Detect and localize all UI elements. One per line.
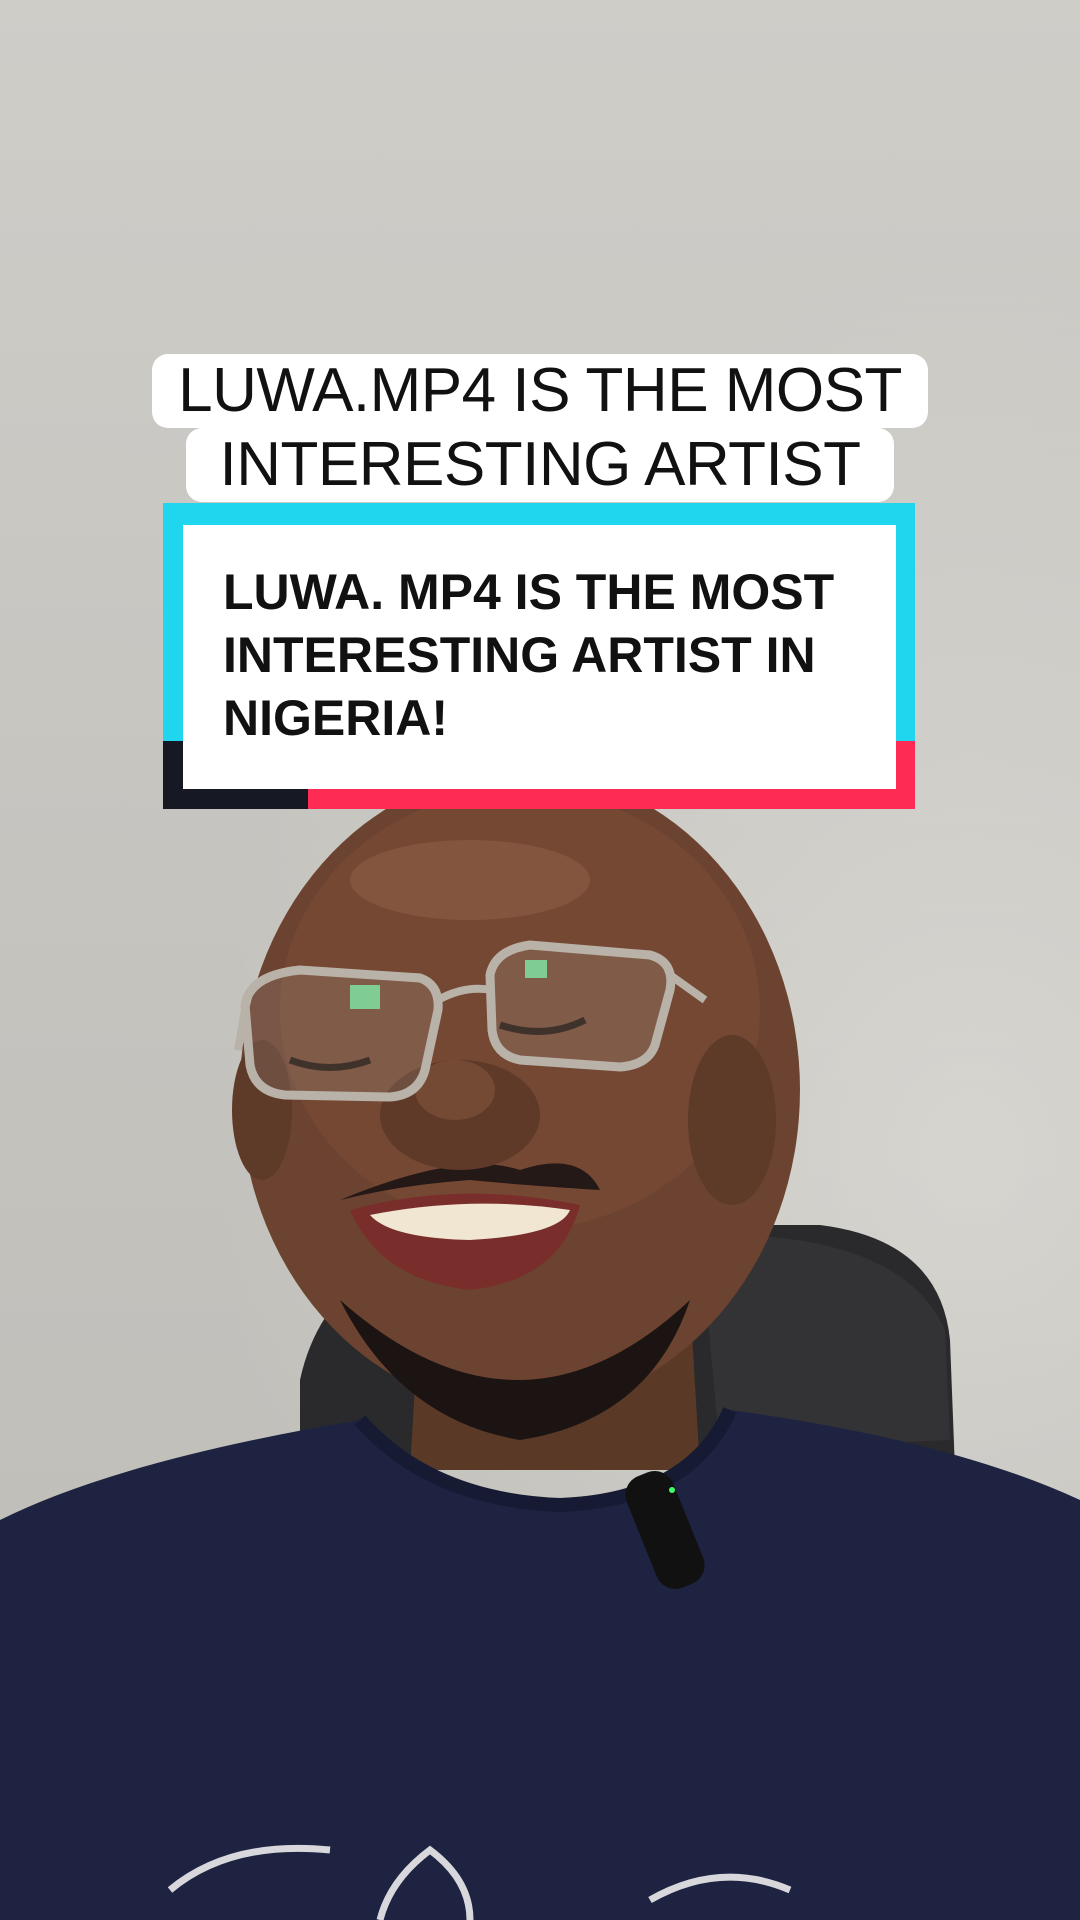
- video-caption: LUWA.MP4 IS THE MOST INTERESTING ARTIST: [0, 354, 1080, 502]
- caption-line-2: INTERESTING ARTIST: [185, 428, 895, 502]
- card-body: LUWA. MP4 IS THE MOST INTERESTING ARTIST…: [183, 525, 896, 789]
- presenter-photo: [0, 770, 1080, 1920]
- card-headline: LUWA. MP4 IS THE MOST INTERESTING ARTIST…: [223, 564, 835, 746]
- caption-line-1: LUWA.MP4 IS THE MOST: [152, 354, 928, 428]
- video-frame: LUWA.MP4 IS THE MOST INTERESTING ARTIST …: [0, 0, 1080, 1920]
- title-card: LUWA. MP4 IS THE MOST INTERESTING ARTIST…: [163, 503, 915, 809]
